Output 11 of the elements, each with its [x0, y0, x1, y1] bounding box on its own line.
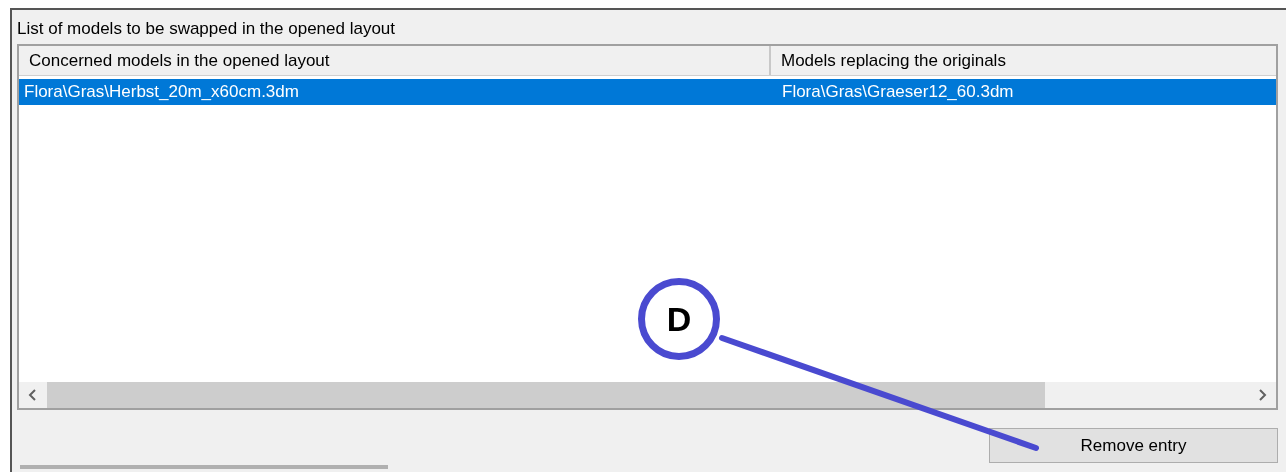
horizontal-scrollbar[interactable] [19, 382, 1276, 408]
table-cell-text: Flora\Gras\Graeser12_60.3dm [781, 81, 1015, 104]
scroll-right-icon[interactable] [1257, 389, 1267, 401]
table-cell-text: Flora\Gras\Herbst_20m_x60cm.3dm [23, 81, 300, 104]
table-row[interactable]: Flora\Gras\Herbst_20m_x60cm.3dm Flora\Gras\Graeser12_60.3dm [19, 79, 1276, 105]
column-header[interactable]: Concerned models in the opened layout [19, 46, 771, 75]
scroll-left-icon[interactable] [28, 389, 38, 401]
group-label: List of models to be swapped in the opened layout [17, 19, 396, 39]
remove-entry-button[interactable]: Remove entry [989, 428, 1278, 463]
column-header[interactable]: Models replacing the originals [771, 46, 1276, 75]
scrollbar-thumb[interactable] [47, 382, 1045, 408]
